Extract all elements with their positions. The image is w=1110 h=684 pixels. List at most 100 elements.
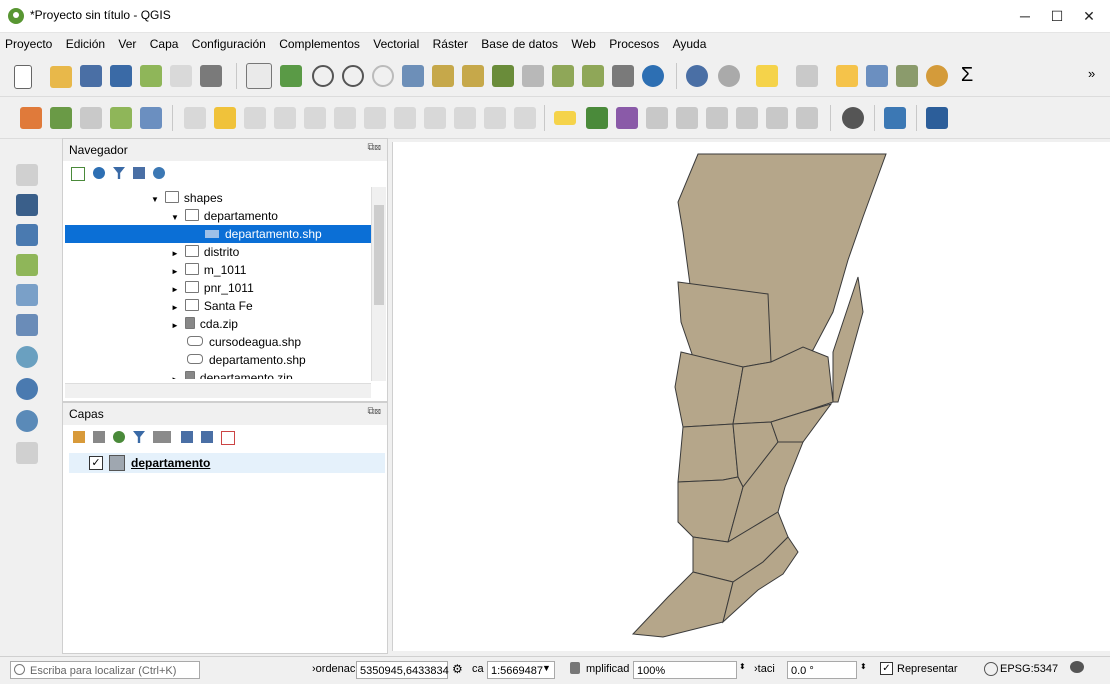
zoom-out-icon[interactable] [342,65,364,87]
tree-item-cursodeagua-shp[interactable]: cursodeagua.shp [187,333,301,351]
select-by-value-icon[interactable] [796,65,818,87]
layout-manager-icon[interactable] [170,65,192,87]
zoom-layer-icon[interactable] [462,65,484,87]
help-icon[interactable] [926,107,948,129]
add-mesh-layer-icon[interactable] [16,224,38,246]
cut-features-icon[interactable] [394,107,416,129]
field-calculator-icon[interactable] [896,65,918,87]
add-vector-layer-icon[interactable] [16,164,38,186]
rotate-label-icon[interactable] [706,107,728,129]
menu-proyecto[interactable]: Proyecto [0,34,57,54]
crs-label[interactable]: EPSG:5347 [1000,663,1058,675]
browser-vertical-scrollbar[interactable] [371,187,386,381]
layer-name[interactable]: departamento [131,456,210,470]
add-vector-icon[interactable] [80,107,102,129]
spinbox-arrows-icon[interactable]: ⬍ [739,662,746,671]
map-canvas[interactable] [392,142,1110,651]
temporal-icon[interactable] [612,65,634,87]
show-hide-labels-icon[interactable] [646,107,668,129]
menu-edicion[interactable]: Edición [61,34,110,54]
remove-layer-icon[interactable] [221,431,235,445]
messages-icon[interactable] [1070,661,1084,673]
new-layer-icon[interactable] [140,107,162,129]
zoom-next-icon[interactable] [522,65,544,87]
collapse-all-icon[interactable] [133,167,145,179]
department-polygon[interactable] [631,571,734,638]
change-label-icon[interactable] [736,107,758,129]
add-raster-layer-icon[interactable] [16,194,38,216]
copy-features-icon[interactable] [424,107,446,129]
lock-scale-icon[interactable] [570,662,580,674]
tree-item-cda-zip[interactable]: ► cda.zip [171,315,238,333]
new-map-view-icon[interactable] [552,65,574,87]
menu-base-de-datos[interactable]: Base de datos [476,34,563,54]
menu-raster[interactable]: Ráster [428,34,473,54]
add-feature-icon[interactable] [274,107,296,129]
menu-ver[interactable]: Ver [113,34,141,54]
tree-item-departamento-shp-selected[interactable]: departamento.shp [65,225,371,243]
mouse-coordinate-toggle-icon[interactable]: ⚙ [452,662,464,676]
coordinate-field[interactable]: 5350945,6433834 [356,661,449,679]
add-wfs-icon[interactable] [50,107,72,129]
tree-item-departamento-zip[interactable]: ►departamento.zip [171,369,293,379]
browser-horizontal-scrollbar[interactable] [65,383,371,398]
refresh-icon[interactable] [642,65,664,87]
collapse-all-icon[interactable] [201,431,213,443]
plugin-manager-icon[interactable] [842,107,864,129]
python-console-icon[interactable] [884,107,906,129]
modify-attributes-icon[interactable] [334,107,356,129]
save-as-icon[interactable] [110,65,132,87]
tree-item-shapes[interactable]: ▼ shapes [151,189,223,207]
new-project-icon[interactable] [14,65,32,89]
delete-selected-icon[interactable] [364,107,386,129]
info-icon[interactable] [153,167,165,179]
add-selected-layer-icon[interactable] [71,167,85,181]
close-button[interactable]: ✕ [1066,0,1110,32]
tree-item-distrito[interactable]: ► distrito [171,243,239,261]
style-manager-icon[interactable] [200,65,222,87]
add-wms-icon[interactable] [16,346,38,368]
spinbox-arrows-icon[interactable]: ⬍ [860,662,867,671]
add-wfs-layer-icon[interactable] [16,410,38,432]
menu-vectorial[interactable]: Vectorial [368,34,424,54]
zoom-selection-icon[interactable] [432,65,454,87]
actions-icon[interactable] [718,65,740,87]
pan-to-selection-icon[interactable] [280,65,302,87]
paste-features-icon[interactable] [454,107,476,129]
pin-labels-icon[interactable] [616,107,638,129]
panel-float-close-icon[interactable]: ⧉⊠ [368,406,382,417]
chevron-down-icon[interactable]: ▼ [542,663,551,673]
expand-all-icon[interactable] [181,431,193,443]
add-wcs-icon[interactable] [16,378,38,400]
add-group-icon[interactable] [93,431,105,443]
pan-map-icon[interactable] [246,63,272,89]
save-project-icon[interactable] [80,65,102,87]
filter-expression-icon[interactable] [153,431,171,443]
locator-search-input[interactable]: Escriba para localizar (Ctrl+K) [10,661,200,679]
tree-item-departamento-shp[interactable]: departamento.shp [187,351,306,369]
deselect-icon[interactable] [836,65,858,87]
visibility-icon[interactable] [113,431,125,443]
digitize-icon[interactable] [110,107,132,129]
scrollbar-thumb[interactable] [374,205,384,305]
filter-legend-icon[interactable] [133,431,145,443]
zoom-in-icon[interactable] [312,65,334,87]
processing-toolbox-icon[interactable] [926,65,948,87]
statistics-sigma-icon[interactable]: Σ [956,64,978,86]
render-checkbox[interactable]: ✓ [880,662,893,675]
menu-ayuda[interactable]: Ayuda [668,34,712,54]
refresh-icon[interactable] [93,167,105,179]
layer-row-departamento[interactable]: ✓ departamento [69,453,385,473]
department-polygon[interactable] [677,423,739,483]
menu-capa[interactable]: Capa [145,34,184,54]
new-layout-icon[interactable] [140,65,162,87]
diagram-icon[interactable] [766,107,788,129]
new-3d-view-icon[interactable] [582,65,604,87]
layer-labeling-icon[interactable] [586,107,608,129]
label-abc-icon[interactable] [554,111,576,125]
zoom-native-icon[interactable] [372,65,394,87]
data-source-manager-icon[interactable] [20,107,42,129]
attribute-table-icon[interactable] [866,65,888,87]
vertex-tool-icon[interactable] [304,107,326,129]
toggle-editing-icon[interactable] [214,107,236,129]
